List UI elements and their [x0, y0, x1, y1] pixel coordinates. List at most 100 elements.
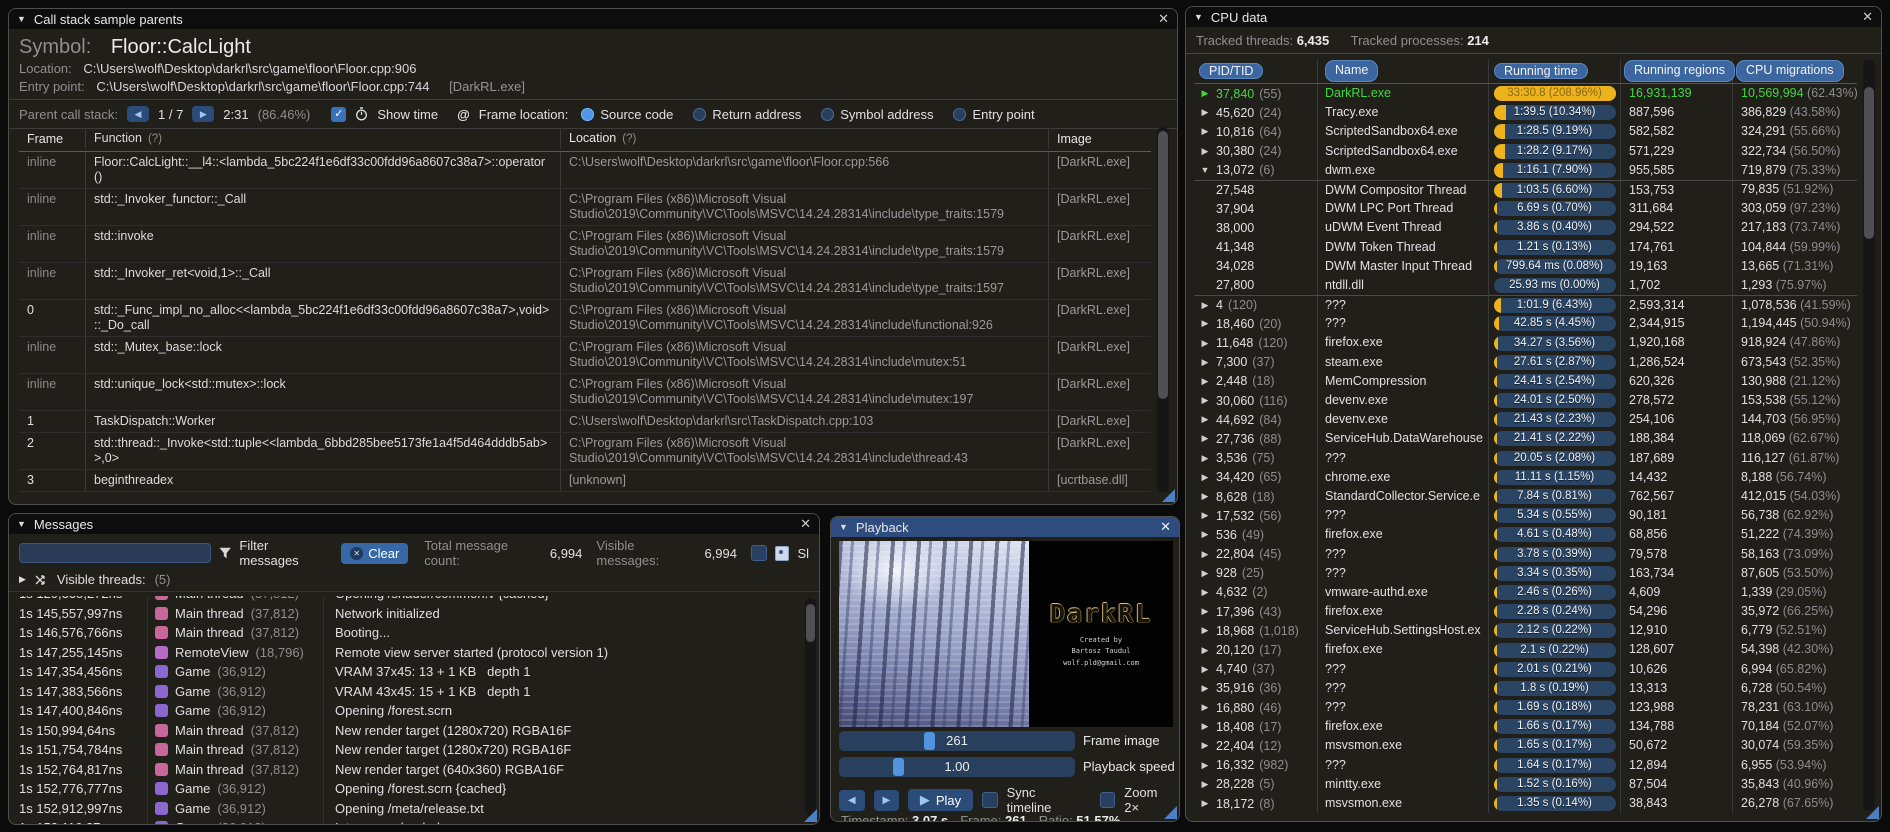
message-row[interactable]: 1s 151,754,784ns Main thread (37,812) Ne… [9, 740, 803, 760]
frame-function[interactable]: std::thread::_Invoke<std::tuple<<lambda_… [86, 433, 561, 469]
expand-arrow-icon[interactable]: ▶ [1199, 760, 1211, 771]
show-time-checkbox[interactable]: ✓ [331, 106, 347, 122]
frame-function[interactable]: beginthreadex [86, 470, 561, 491]
cpu-process-row[interactable]: 27,800 ntdll.dll 25.93 ms (0.00%) 1,702 … [1194, 275, 1857, 296]
cpu-process-row[interactable]: ▶ 16,332 (982) ??? 1.64 s (0.17%) 12,894… [1194, 755, 1857, 775]
callstack-titlebar[interactable]: ▼ Call stack sample parents ✕ [9, 9, 1177, 29]
show-images-checkbox[interactable] [751, 545, 767, 561]
message-row[interactable]: 1s 153,116,37ns Game (36,912) Intro menu… [9, 818, 803, 824]
playback-speed-slider[interactable]: 1.00 [839, 757, 1075, 777]
frame-location-radio[interactable]: Entry point [953, 107, 1035, 122]
radio-icon[interactable] [581, 107, 595, 121]
prev-parent-button[interactable]: ◀ [127, 106, 149, 122]
expand-arrow-icon[interactable]: ▶ [1199, 472, 1211, 483]
cpu-process-row[interactable]: ▶ 16,880 (46) ??? 1.69 s (0.18%) 123,988… [1194, 698, 1857, 718]
sort-running-regions-button[interactable]: Running regions [1624, 60, 1736, 82]
filter-input[interactable] [19, 543, 211, 563]
sort-running-time-button[interactable]: Running time [1494, 63, 1588, 79]
callstack-frame-row[interactable]: inline std::invoke C:\Program Files (x86… [19, 226, 1151, 263]
sync-timeline-checkbox[interactable] [981, 792, 998, 808]
callstack-scrollbar[interactable] [1157, 127, 1169, 492]
message-row[interactable]: 1s 147,255,145ns RemoteView (18,796) Rem… [9, 642, 803, 662]
callstack-frame-row[interactable]: inline std::_Invoker_functor::_Call C:\P… [19, 189, 1151, 226]
cpu-process-row[interactable]: 38,000 uDWM Event Thread 3.86 s (0.40%) … [1194, 218, 1857, 238]
cpu-process-row[interactable]: ▼ 13,072 (6) dwm.exe 1:16.1 (7.90%) 955,… [1194, 160, 1857, 180]
close-icon[interactable]: ✕ [1862, 9, 1873, 25]
expand-arrow-icon[interactable]: ▶ [1199, 107, 1211, 118]
expand-arrow-icon[interactable]: ▶ [1199, 510, 1211, 521]
expand-arrow-icon[interactable]: ▶ [1199, 683, 1211, 694]
expand-arrow-icon[interactable]: ▶ [1199, 645, 1211, 656]
expand-arrow-icon[interactable]: ▶ [1199, 606, 1211, 617]
cpu-process-row[interactable]: ▶ 22,404 (12) msvsmon.exe 1.65 s (0.17%)… [1194, 736, 1857, 756]
frame-function[interactable]: std::_Mutex_base::lock [86, 337, 561, 373]
cpu-process-row[interactable]: ▶ 22,804 (45) ??? 3.78 s (0.39%) 79,578 … [1194, 544, 1857, 564]
radio-icon[interactable] [821, 107, 835, 121]
expand-arrow-icon[interactable]: ▶ [1199, 798, 1211, 809]
expand-arrow-icon[interactable]: ▶ [1199, 146, 1211, 157]
expand-arrow-icon[interactable]: ▶ [1199, 702, 1211, 713]
expand-arrow-icon[interactable]: ▶ [1199, 300, 1211, 311]
close-icon[interactable]: ✕ [1158, 11, 1169, 27]
message-row[interactable]: 1s 152,776,777ns Game (36,912) Opening /… [9, 779, 803, 799]
cpu-process-row[interactable]: ▶ 17,396 (43) firefox.exe 2.28 s (0.24%)… [1194, 602, 1857, 622]
cpu-process-row[interactable]: ▶ 4,632 (2) vmware-authd.exe 2.46 s (0.2… [1194, 582, 1857, 603]
playback-titlebar[interactable]: ▼ Playback ✕ [831, 517, 1179, 537]
messages-scrollbar[interactable] [805, 598, 816, 816]
cpu-process-row[interactable]: ▶ 34,420 (65) chrome.exe 11.11 s (1.15%)… [1194, 467, 1857, 487]
expand-arrow-icon[interactable]: ▶ [1199, 453, 1211, 464]
cpu-process-row[interactable]: ▶ 7,300 (37) steam.exe 27.61 s (2.87%) 1… [1194, 352, 1857, 372]
frame-location-radio[interactable]: Source code [581, 107, 673, 122]
expand-arrow-icon[interactable]: ▶ [1199, 395, 1211, 406]
collapse-icon[interactable]: ▼ [17, 519, 26, 529]
collapse-icon[interactable]: ▼ [17, 14, 26, 24]
callstack-frame-row[interactable]: inline std::_Mutex_base::lock C:\Program… [19, 337, 1151, 374]
message-row[interactable]: 1s 120,335,272ns Main thread (37,812) Op… [9, 596, 803, 604]
expand-arrow-icon[interactable]: ▶ [1199, 721, 1211, 732]
sort-pid-button[interactable]: PID/TID [1199, 63, 1264, 79]
cpu-process-row[interactable]: ▶ 37,840 (55) DarkRL.exe 33:30.8 (208.96… [1194, 84, 1857, 104]
cpu-process-row[interactable]: ▶ 8,628 (18) StandardCollector.Service.e… [1194, 486, 1857, 507]
expand-arrow-icon[interactable]: ▶ [1199, 414, 1211, 425]
message-row[interactable]: 1s 152,912,997ns Game (36,912) Opening /… [9, 798, 803, 818]
cpu-process-row[interactable]: ▶ 30,380 (24) ScriptedSandbox64.exe 1:28… [1194, 141, 1857, 161]
collapse-icon[interactable]: ▼ [839, 522, 848, 532]
cpu-process-row[interactable]: ▶ 18,172 (8) msvsmon.exe 1.35 s (0.14%) … [1194, 793, 1857, 813]
resize-grip[interactable] [1164, 806, 1177, 819]
message-row[interactable]: 1s 147,354,456ns Game (36,912) VRAM 37x4… [9, 662, 803, 682]
radio-icon[interactable] [693, 107, 707, 121]
scrollbar-thumb[interactable] [806, 604, 815, 642]
expand-arrow-icon[interactable]: ▶ [1199, 625, 1211, 636]
frame-function[interactable]: std::unique_lock<std::mutex>::lock [86, 374, 561, 410]
zoom-2x-checkbox[interactable] [1099, 792, 1116, 808]
cpu-process-row[interactable]: 34,028 DWM Master Input Thread 799.64 ms… [1194, 256, 1857, 276]
cpu-process-row[interactable]: ▶ 18,460 (20) ??? 42.85 s (4.45%) 2,344,… [1194, 314, 1857, 334]
cpu-scrollbar[interactable] [1863, 59, 1875, 811]
cpu-process-row[interactable]: ▶ 35,916 (36) ??? 1.8 s (0.19%) 13,313 6… [1194, 678, 1857, 698]
resize-grip[interactable] [804, 809, 817, 822]
cpu-process-row[interactable]: 41,348 DWM Token Thread 1.21 s (0.13%) 1… [1194, 237, 1857, 257]
play-button[interactable]: ▶ Play [908, 789, 973, 811]
collapse-icon[interactable]: ▼ [1194, 12, 1203, 22]
callstack-frame-row[interactable]: inline Floor::CalcLight::__l4::<lambda_5… [19, 152, 1151, 189]
expand-arrow-icon[interactable]: ▶ [1199, 568, 1211, 579]
callstack-frame-row[interactable]: 2 std::thread::_Invoke<std::tuple<<lambd… [19, 433, 1151, 470]
cpu-titlebar[interactable]: ▼ CPU data ✕ [1186, 7, 1881, 27]
message-row[interactable]: 1s 152,764,817ns Main thread (37,812) Ne… [9, 759, 803, 779]
cpu-process-row[interactable]: ▶ 20,120 (17) firefox.exe 2.1 s (0.22%) … [1194, 640, 1857, 660]
cpu-process-row[interactable]: ▶ 4 (120) ??? 1:01.9 (6.43%) 2,593,314 1… [1194, 295, 1857, 315]
cpu-process-row[interactable]: ▶ 2,448 (18) MemCompression 24.41 s (2.5… [1194, 371, 1857, 391]
expand-arrow-icon[interactable]: ▼ [1199, 165, 1211, 175]
cpu-process-row[interactable]: 37,904 DWM LPC Port Thread 6.69 s (0.70%… [1194, 199, 1857, 219]
cpu-process-row[interactable]: ▶ 17,532 (56) ??? 5.34 s (0.55%) 90,181 … [1194, 506, 1857, 526]
cpu-process-row[interactable]: ▶ 3,536 (75) ??? 20.05 s (2.08%) 187,689… [1194, 448, 1857, 468]
expander-icon[interactable]: ▶ [19, 574, 26, 585]
expand-arrow-icon[interactable]: ▶ [1199, 338, 1211, 349]
frame-function[interactable]: std::invoke [86, 226, 561, 262]
cpu-process-row[interactable]: ▶ 18,968 (1,018) ServiceHub.SettingsHost… [1194, 621, 1857, 641]
message-row[interactable]: 1s 147,383,566ns Game (36,912) VRAM 43x4… [9, 681, 803, 701]
callstack-frame-row[interactable]: 1 TaskDispatch::Worker C:\Users\wolf\Des… [19, 411, 1151, 433]
callstack-frame-row[interactable]: inline std::unique_lock<std::mutex>::loc… [19, 374, 1151, 411]
resize-grip[interactable] [1162, 489, 1175, 502]
sort-name-button[interactable]: Name [1325, 60, 1379, 82]
